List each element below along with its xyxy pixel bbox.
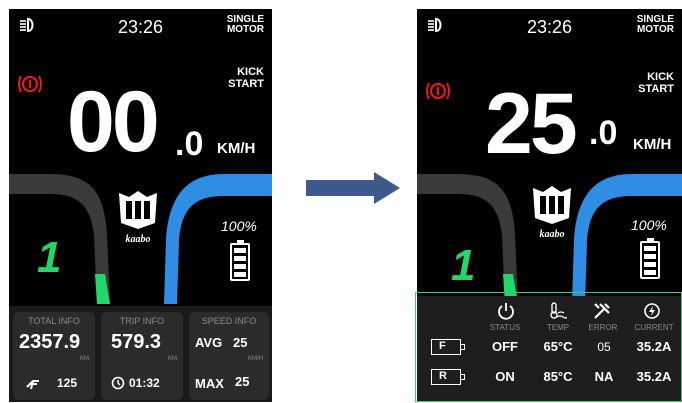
trip-info-title: TRIP INFO (119, 316, 165, 326)
kaabo-logo: kaabo (119, 191, 157, 245)
transition-arrow-icon (306, 172, 400, 204)
battery-icon (640, 238, 660, 279)
trip-time: 01:32 (129, 376, 160, 390)
gear-level: 1 (451, 241, 476, 290)
speed-value: 25 (485, 76, 578, 172)
kick-start-label: KICK START (228, 66, 264, 90)
trip-info-card[interactable]: TRIP INFO 579.3 KM 01:32 (101, 312, 183, 400)
battery-icon (230, 240, 250, 281)
total-sub-value: 125 (57, 376, 78, 390)
speed-value: 00 (67, 74, 160, 170)
avg-speed: 25 (233, 335, 248, 350)
speed-decimal: .0 (589, 114, 618, 152)
avg-label: AVG (195, 335, 223, 350)
trip-distance: 579.3 (111, 331, 162, 353)
total-distance: 2357.9 (19, 331, 81, 353)
max-label: MAX (195, 376, 224, 391)
speed-info-title: SPEED INFO (201, 316, 257, 326)
total-unit: KM (80, 356, 89, 362)
gear-level: 1 (37, 233, 62, 282)
brake-warning-icon (18, 75, 42, 93)
speed-info-card[interactable]: SPEED INFO AVG 25 KM/H MAX 25 (189, 312, 269, 400)
dashboard-before: 23:26 SINGLE MOTOR KICK START 00 .0 KM/H… (9, 9, 272, 402)
max-speed: 25 (235, 374, 250, 389)
clock-icon (111, 376, 125, 390)
ride-icon (26, 380, 39, 390)
total-info-title: TOTAL INFO (28, 316, 80, 326)
brake-warning-icon (426, 82, 450, 100)
speed-decimal: .0 (175, 125, 204, 163)
speed-unit-small: KM/H (248, 356, 263, 362)
battery-percent: 100% (221, 218, 257, 234)
speed-unit: KM/H (217, 140, 256, 157)
kick-start-label: KICK START (638, 71, 674, 95)
battery-percent: 100% (631, 217, 667, 233)
info-panel: TOTAL INFO 2357.9 KM 125 TRIP INFO 579.3… (9, 306, 272, 402)
kaabo-logo: kaabo (533, 186, 571, 240)
logo-text: kaabo (540, 229, 565, 240)
motor-mode: SINGLE MOTOR (636, 14, 674, 35)
trip-unit: KM (168, 356, 177, 362)
logo-text: kaabo (126, 234, 151, 245)
motor-mode: SINGLE MOTOR (226, 14, 264, 35)
total-info-card[interactable]: TOTAL INFO 2357.9 KM 125 (13, 312, 95, 400)
table-highlight-frame (415, 292, 682, 402)
speed-unit: KM/H (633, 136, 672, 153)
